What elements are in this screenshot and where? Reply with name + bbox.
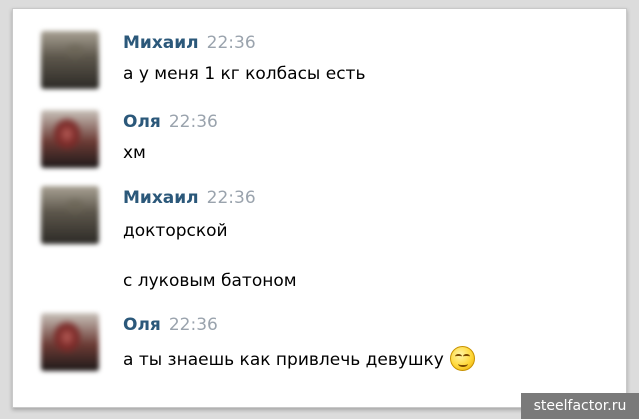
message-time: 22:36 <box>168 112 218 132</box>
author-name[interactable]: Михаил <box>123 33 199 53</box>
avatar[interactable] <box>41 313 99 371</box>
smirk-emoji-icon <box>449 346 475 371</box>
author-name[interactable]: Михаил <box>123 188 199 208</box>
message-header: Михаил 22:36 <box>123 33 256 53</box>
message-header: Михаил 22:36 <box>123 188 256 208</box>
author-name[interactable]: Оля <box>123 112 161 132</box>
author-name[interactable]: Оля <box>123 315 161 335</box>
message-text: докторской <box>123 221 228 241</box>
message-time: 22:36 <box>206 188 256 208</box>
avatar[interactable] <box>41 31 99 89</box>
message-header: Оля 22:36 <box>123 112 218 132</box>
avatar[interactable] <box>41 110 99 168</box>
watermark: steelfactor.ru <box>521 393 639 419</box>
message-text: хм <box>123 143 146 163</box>
message-time: 22:36 <box>206 33 256 53</box>
message-time: 22:36 <box>168 315 218 335</box>
message-text-content: а ты знаешь как привлечь девушку <box>123 350 444 370</box>
message-text: с луковым батоном <box>123 271 297 291</box>
chat-window: Михаил 22:36 а у меня 1 кг колбасы есть О… <box>12 8 627 408</box>
message-text: а у меня 1 кг колбасы есть <box>123 64 366 84</box>
avatar[interactable] <box>41 186 99 244</box>
message-header: Оля 22:36 <box>123 315 218 335</box>
message-text: а ты знаешь как привлечь девушку <box>123 346 475 371</box>
